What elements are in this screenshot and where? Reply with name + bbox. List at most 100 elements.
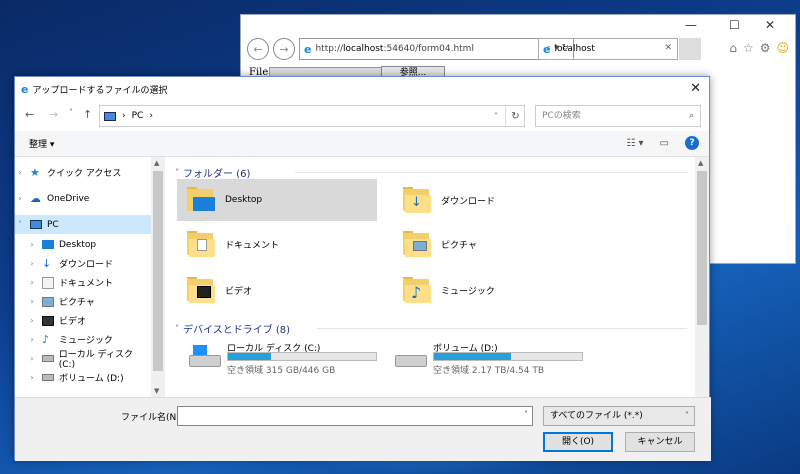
drive-usage-fill: [434, 353, 511, 360]
sidebar-item-label: PC: [47, 219, 59, 230]
sidebar-item-desktop[interactable]: › Desktop: [15, 235, 151, 254]
desktop-icon: [42, 240, 54, 249]
ie-logo-icon: e: [543, 42, 551, 56]
preview-pane-icon[interactable]: ▭: [660, 138, 669, 149]
chevron-right-icon[interactable]: ›: [27, 335, 37, 344]
sidebar-item-label: ビデオ: [59, 317, 87, 327]
drives-group-header[interactable]: ˅ デバイスとドライブ (8): [175, 321, 290, 336]
folders-group-header[interactable]: ˅ フォルダー (6): [175, 165, 250, 180]
feedback-smiley-icon[interactable]: ☺: [776, 41, 789, 55]
folder-pictures[interactable]: ピクチャ: [393, 223, 593, 265]
folder-videos[interactable]: ビデオ: [177, 269, 377, 311]
chevron-right-icon[interactable]: ›: [27, 316, 37, 325]
chevron-down-icon[interactable]: ˅: [494, 112, 498, 121]
sidebar-item-label: OneDrive: [47, 193, 90, 204]
gear-icon[interactable]: ⚙: [760, 41, 771, 55]
sidebar-item-videos[interactable]: › ビデオ: [15, 311, 151, 330]
favorites-icon[interactable]: ☆: [743, 41, 754, 55]
folder-music[interactable]: ♪ ミュージック: [393, 269, 593, 311]
search-input[interactable]: PCの検索 ⌕: [535, 105, 701, 127]
search-placeholder: PCの検索: [542, 111, 581, 121]
drive-usage-fill: [228, 353, 271, 360]
drive-usage-bar: [433, 352, 583, 361]
folder-desktop[interactable]: Desktop: [177, 179, 377, 221]
windows-drive-icon: [189, 345, 221, 367]
chevron-down-icon[interactable]: ˅: [524, 410, 528, 419]
sidebar-item-pc[interactable]: ˅ PC: [15, 215, 151, 234]
sidebar-item-documents[interactable]: › ドキュメント: [15, 273, 151, 292]
folder-label: ビデオ: [225, 286, 253, 297]
scrollbar-thumb[interactable]: [153, 171, 163, 371]
folder-downloads[interactable]: ↓ ダウンロード: [393, 179, 593, 221]
file-type-value: すべてのファイル (*.*): [550, 411, 643, 421]
close-icon[interactable]: ✕: [690, 81, 701, 96]
drive-free-space: 空き領域 2.17 TB/4.54 TB: [433, 366, 545, 376]
forward-icon[interactable]: →: [273, 38, 295, 60]
chevron-right-icon[interactable]: ›: [15, 168, 25, 177]
breadcrumb-separator: ›: [122, 111, 126, 121]
view-options-icon[interactable]: ☷ ▾: [626, 138, 643, 149]
main-scrollbar[interactable]: ▲: [695, 157, 709, 397]
sidebar-item-volume-d[interactable]: › ボリューム (D:): [15, 368, 151, 387]
chevron-down-icon[interactable]: ˅: [175, 168, 179, 177]
back-icon[interactable]: ←: [25, 108, 34, 121]
sidebar-scrollbar[interactable]: ▲ ▼: [151, 157, 165, 397]
cancel-button[interactable]: キャンセル: [625, 432, 695, 452]
close-tab-icon[interactable]: ✕: [664, 43, 672, 53]
sidebar-item-pictures[interactable]: › ピクチャ: [15, 292, 151, 311]
drive-icon: [42, 374, 54, 381]
chevron-right-icon[interactable]: ›: [27, 373, 37, 382]
cloud-icon: ☁: [30, 191, 41, 205]
sidebar-item-label: ミュージック: [59, 336, 113, 346]
up-arrow-icon[interactable]: ↑: [83, 108, 92, 121]
command-bar: 整理 ▾ ☷ ▾ ▭ ?: [15, 131, 709, 157]
scroll-down-icon[interactable]: ▼: [154, 387, 159, 395]
browser-tab[interactable]: e localhost ✕: [538, 38, 678, 60]
document-folder-icon: [187, 229, 217, 259]
chevron-right-icon[interactable]: ›: [27, 297, 37, 306]
chevron-down-icon[interactable]: ˅: [175, 324, 179, 333]
download-folder-icon: ↓: [403, 185, 433, 215]
breadcrumb-chevron[interactable]: ›: [149, 111, 153, 121]
chevron-right-icon[interactable]: ›: [15, 194, 25, 203]
drive-d[interactable]: ボリューム (D:) 空き領域 2.17 TB/4.54 TB: [385, 339, 585, 376]
document-icon: [42, 276, 54, 289]
sidebar-item-downloads[interactable]: › ↓ ダウンロード: [15, 254, 151, 273]
dialog-footer: ファイル名(N): ˅ すべてのファイル (*.*) ˅ 開く(O) キャンセル: [15, 397, 711, 461]
help-icon[interactable]: ?: [685, 136, 699, 150]
sidebar-item-onedrive[interactable]: › ☁ OneDrive: [15, 189, 151, 208]
filename-input[interactable]: ˅: [177, 406, 533, 426]
address-bar[interactable]: e http://localhost:54640/form04.html ⌕ ▾…: [299, 38, 574, 60]
new-tab-button[interactable]: [679, 38, 701, 60]
group-divider: [317, 328, 687, 329]
drive-c[interactable]: ローカル ディスク (C:) 空き領域 315 GB/446 GB: [179, 339, 379, 376]
chevron-down-icon[interactable]: ˅: [685, 407, 689, 425]
chevron-down-icon[interactable]: ˅: [15, 220, 25, 229]
home-icon[interactable]: ⌂: [729, 41, 737, 55]
scroll-up-icon[interactable]: ▲: [154, 159, 159, 167]
chevron-right-icon[interactable]: ›: [27, 240, 37, 249]
chevron-right-icon[interactable]: ›: [27, 259, 37, 268]
scrollbar-thumb[interactable]: [697, 171, 707, 325]
folder-documents[interactable]: ドキュメント: [177, 223, 377, 265]
chevron-right-icon[interactable]: ›: [27, 278, 37, 287]
close-icon[interactable]: ✕: [765, 18, 775, 32]
chevron-down-icon[interactable]: ˅: [69, 108, 73, 117]
chevron-right-icon[interactable]: ›: [27, 354, 37, 363]
scroll-up-icon[interactable]: ▲: [698, 159, 703, 167]
file-type-select[interactable]: すべてのファイル (*.*) ˅: [543, 406, 695, 426]
sidebar-item-label: クイック アクセス: [47, 169, 122, 179]
open-button[interactable]: 開く(O): [543, 432, 613, 452]
back-icon[interactable]: ←: [247, 38, 269, 60]
ie-logo-icon: e: [21, 82, 29, 96]
minimize-icon[interactable]: —: [685, 18, 697, 32]
refresh-icon[interactable]: ↻: [505, 106, 525, 126]
organize-button[interactable]: 整理 ▾: [29, 137, 54, 150]
sidebar-item-local-disk[interactable]: › ローカル ディスク (C:): [15, 349, 151, 370]
drive-usage-bar: [227, 352, 377, 361]
forward-icon[interactable]: →: [49, 108, 58, 121]
breadcrumb[interactable]: › PC › ˅: [99, 105, 525, 127]
maximize-icon[interactable]: ☐: [729, 18, 740, 32]
breadcrumb-pc[interactable]: PC: [132, 111, 144, 121]
sidebar-item-quick-access[interactable]: › ★ クイック アクセス: [15, 163, 151, 182]
